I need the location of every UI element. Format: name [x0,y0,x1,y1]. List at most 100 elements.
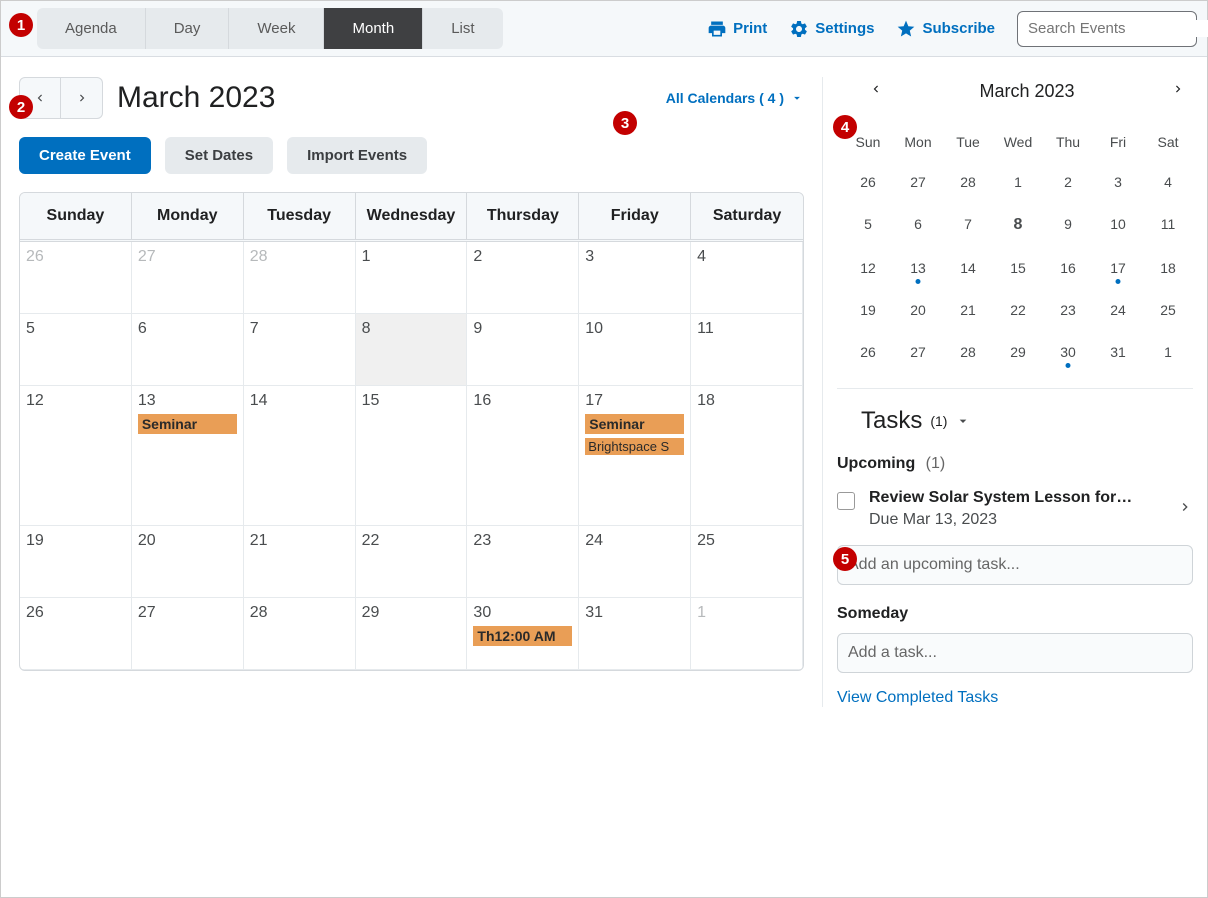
calendar-cell[interactable]: 6 [132,314,244,386]
next-month-button[interactable] [61,77,103,119]
calendar-cell[interactable]: 22 [356,526,468,598]
mini-calendar-cell[interactable]: 7 [943,206,993,244]
mini-calendar-cell[interactable]: 19 [843,292,893,328]
mini-calendar-cell[interactable]: 2 [1043,164,1093,200]
mini-calendar-cell[interactable]: 15 [993,250,1043,286]
mini-calendar-cell[interactable]: 10 [1093,206,1143,244]
mini-calendar-cell[interactable]: 30 [1043,334,1093,370]
calendar-cell[interactable]: 26 [20,242,132,314]
calendar-cell[interactable]: 27 [132,242,244,314]
view-tab-agenda[interactable]: Agenda [37,8,146,49]
mini-calendar-cell[interactable]: 1 [993,164,1043,200]
calendar-cell[interactable]: 28 [244,598,356,670]
create-event-button[interactable]: Create Event [19,137,151,174]
mini-calendar-cell[interactable]: 26 [843,334,893,370]
set-dates-button[interactable]: Set Dates [165,137,273,174]
print-button[interactable]: Print [707,19,767,39]
search-box[interactable] [1017,11,1197,47]
mini-calendar-cell[interactable]: 26 [843,164,893,200]
calendar-cell[interactable]: 3 [579,242,691,314]
search-input[interactable] [1028,20,1208,37]
calendar-cell[interactable]: 15 [356,386,468,526]
mini-calendar-cell[interactable]: 22 [993,292,1043,328]
calendar-cell[interactable]: 9 [467,314,579,386]
calendar-cell[interactable]: 10 [579,314,691,386]
calendar-cell[interactable]: 29 [356,598,468,670]
mini-calendar-cell[interactable]: 4 [1143,164,1193,200]
calendar-cell[interactable]: 4 [691,242,803,314]
calendar-event[interactable]: Th12:00 AM [473,626,572,646]
mini-calendar-cell[interactable]: 27 [893,334,943,370]
calendar-cell[interactable]: 17SeminarBrightspace S [579,386,691,526]
calendar-cell[interactable]: 27 [132,598,244,670]
mini-calendar-cell[interactable]: 28 [943,334,993,370]
mini-calendar-cell[interactable]: 23 [1043,292,1093,328]
mini-calendar-cell[interactable]: 1 [1143,334,1193,370]
mini-calendar-cell[interactable]: 5 [843,206,893,244]
mini-calendar-cell[interactable]: 16 [1043,250,1093,286]
calendar-cell[interactable]: 19 [20,526,132,598]
date-number: 7 [250,320,349,338]
mini-calendar-cell[interactable]: 6 [893,206,943,244]
mini-calendar-cell[interactable]: 29 [993,334,1043,370]
mini-next-button[interactable] [1171,82,1185,101]
view-tab-list[interactable]: List [423,8,502,49]
mini-calendar-cell[interactable]: 9 [1043,206,1093,244]
date-number: 28 [250,248,349,266]
mini-calendar-cell[interactable]: 18 [1143,250,1193,286]
calendar-event[interactable]: Seminar [585,414,684,434]
mini-calendar-cell[interactable]: 24 [1093,292,1143,328]
calendar-cell[interactable]: 23 [467,526,579,598]
mini-calendar-cell[interactable]: 12 [843,250,893,286]
calendar-cell[interactable]: 14 [244,386,356,526]
mini-calendar-cell[interactable]: 27 [893,164,943,200]
calendar-cell[interactable]: 26 [20,598,132,670]
add-upcoming-task-input[interactable]: Add an upcoming task... [837,545,1193,585]
view-tab-week[interactable]: Week [229,8,324,49]
mini-calendar-cell[interactable]: 13 [893,250,943,286]
all-calendars-dropdown[interactable]: All Calendars ( 4 ) [666,90,804,106]
mini-calendar-cell[interactable]: 25 [1143,292,1193,328]
calendar-event[interactable]: Seminar [138,414,237,434]
mini-prev-button[interactable] [869,82,883,101]
mini-calendar-cell[interactable]: 8 [993,206,1043,244]
mini-calendar-cell[interactable]: 21 [943,292,993,328]
calendar-cell[interactable]: 5 [20,314,132,386]
task-checkbox[interactable] [837,492,855,510]
mini-calendar-cell[interactable]: 31 [1093,334,1143,370]
calendar-cell[interactable]: 1 [691,598,803,670]
mini-calendar-cell[interactable]: 3 [1093,164,1143,200]
calendar-cell[interactable]: 30Th12:00 AM [467,598,579,670]
import-events-button[interactable]: Import Events [287,137,427,174]
view-tab-month[interactable]: Month [324,8,423,49]
calendar-event[interactable]: Brightspace S [585,438,684,455]
calendar-cell[interactable]: 16 [467,386,579,526]
calendar-cell[interactable]: 24 [579,526,691,598]
mini-calendar-cell[interactable]: 17 [1093,250,1143,286]
calendar-cell[interactable]: 12 [20,386,132,526]
calendar-cell[interactable]: 18 [691,386,803,526]
mini-calendar-cell[interactable]: 28 [943,164,993,200]
calendar-cell[interactable]: 28 [244,242,356,314]
view-tab-day[interactable]: Day [146,8,230,49]
settings-button[interactable]: Settings [789,19,874,39]
mini-calendar-cell[interactable]: 20 [893,292,943,328]
calendar-cell[interactable]: 1 [356,242,468,314]
task-item[interactable]: Review Solar System Lesson for… Due Mar … [837,483,1193,535]
calendar-cell[interactable]: 8 [356,314,468,386]
calendar-cell[interactable]: 21 [244,526,356,598]
chevron-down-icon[interactable] [955,413,971,429]
calendar-cell[interactable]: 31 [579,598,691,670]
view-completed-tasks-link[interactable]: View Completed Tasks [837,689,1193,707]
calendar-cell[interactable]: 25 [691,526,803,598]
calendar-cell[interactable]: 2 [467,242,579,314]
task-expand[interactable] [1177,499,1193,520]
subscribe-button[interactable]: Subscribe [896,19,995,39]
add-task-input[interactable]: Add a task... [837,633,1193,673]
mini-calendar-cell[interactable]: 14 [943,250,993,286]
calendar-cell[interactable]: 13Seminar [132,386,244,526]
calendar-cell[interactable]: 11 [691,314,803,386]
calendar-cell[interactable]: 20 [132,526,244,598]
calendar-cell[interactable]: 7 [244,314,356,386]
mini-calendar-cell[interactable]: 11 [1143,206,1193,244]
